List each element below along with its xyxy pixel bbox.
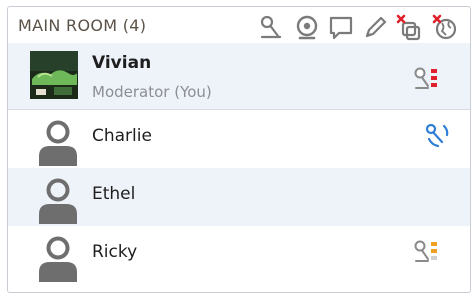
microphone-muted-icon[interactable] <box>412 65 440 93</box>
participant-role: Moderator (You) <box>92 83 212 101</box>
toolbar <box>254 9 470 41</box>
participant-name: Charlie <box>92 126 152 146</box>
chat-bubble-icon[interactable] <box>326 13 356 43</box>
default-avatar <box>36 234 80 282</box>
microphone-talking-icon[interactable] <box>424 122 452 150</box>
remove-copy-icon[interactable] <box>394 13 424 43</box>
pencil-icon[interactable] <box>360 13 390 43</box>
participant-row[interactable]: Vivian Moderator (You) <box>8 43 470 109</box>
remove-globe-icon[interactable] <box>430 13 460 43</box>
participant-name: Ethel <box>92 184 136 204</box>
participant-name: Vivian <box>92 53 152 73</box>
webcam-icon[interactable] <box>292 13 322 43</box>
participant-row[interactable]: Charlie <box>8 110 470 168</box>
photo-avatar <box>30 51 78 99</box>
default-avatar <box>36 176 80 224</box>
panel-header: MAIN ROOM (4) <box>8 7 470 43</box>
default-avatar <box>36 118 80 166</box>
participant-name: Ricky <box>92 242 138 262</box>
microphone-low-icon[interactable] <box>412 238 440 266</box>
participant-row[interactable]: Ethel <box>8 168 470 226</box>
participants-panel: MAIN ROOM (4) Vivian Moderator (You) Cha… <box>7 6 471 293</box>
room-title: MAIN ROOM (4) <box>18 16 147 35</box>
microphone-icon[interactable] <box>256 13 286 43</box>
participant-row[interactable]: Ricky <box>8 226 470 284</box>
